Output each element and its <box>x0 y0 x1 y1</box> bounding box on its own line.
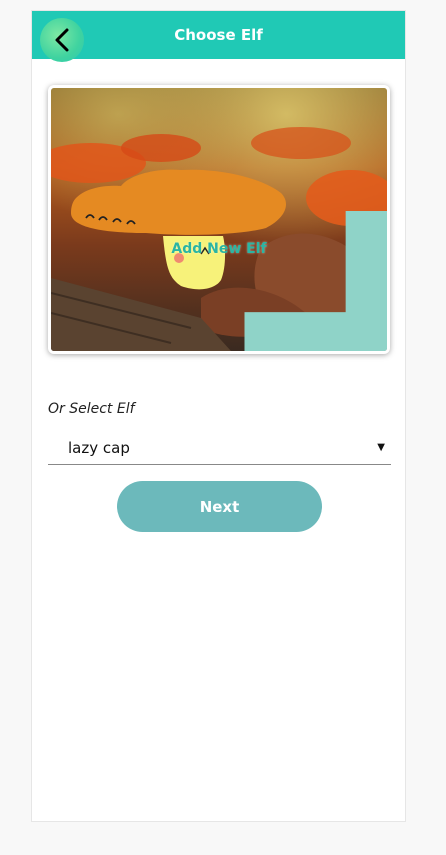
elf-select[interactable]: lazy cap ▼ <box>48 431 391 465</box>
page-title: Choose Elf <box>174 26 263 44</box>
autumn-leaves-image: Add New Elf <box>51 88 387 351</box>
selected-elf-value: lazy cap <box>68 438 130 457</box>
chevron-left-icon <box>55 28 69 52</box>
next-button[interactable]: Next <box>117 481 322 532</box>
app-screen: Choose Elf Add New Elf Or Select Elf laz… <box>31 10 406 822</box>
header-bar: Choose Elf <box>32 11 405 62</box>
select-elf-label: Or Select Elf <box>48 401 135 417</box>
caret-down-icon: ▼ <box>377 442 385 453</box>
plus-icon <box>244 211 387 351</box>
add-new-elf-label: Add New Elf <box>171 241 267 257</box>
add-new-elf-card[interactable]: Add New Elf <box>48 85 390 354</box>
back-button[interactable] <box>40 18 84 62</box>
